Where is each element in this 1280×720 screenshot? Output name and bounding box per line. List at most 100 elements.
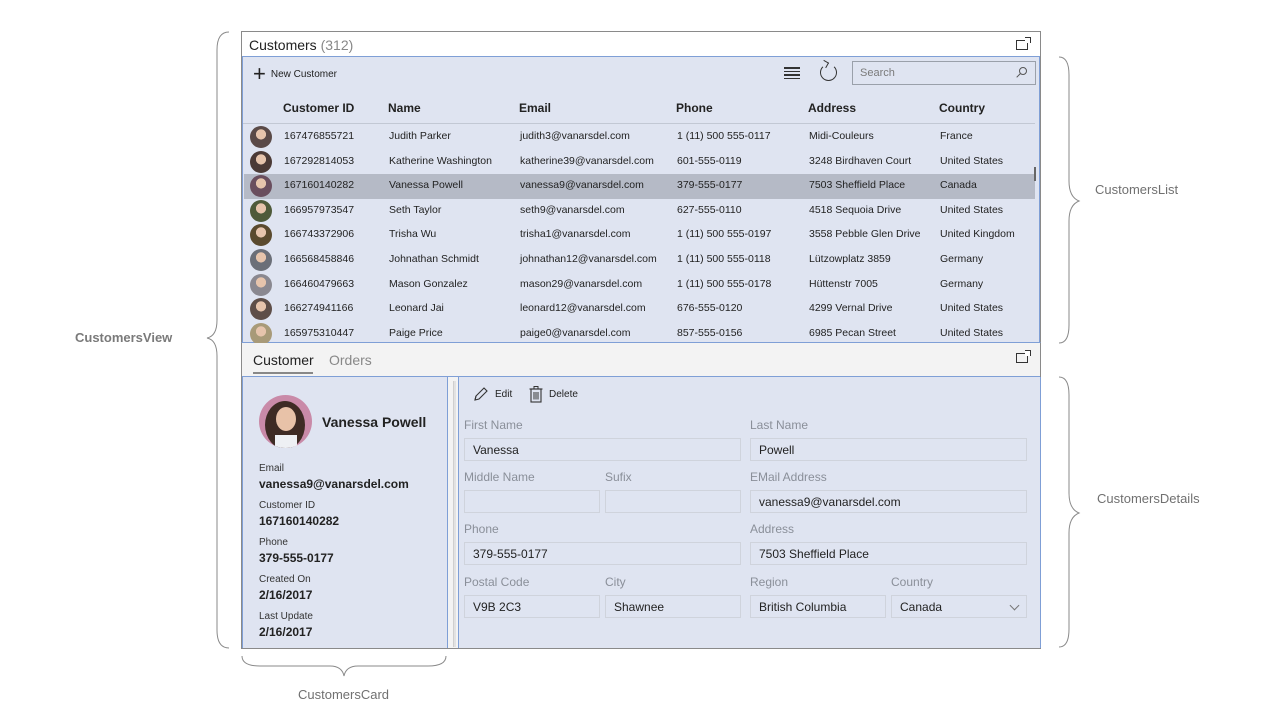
delete-button[interactable]: Delete: [529, 386, 578, 403]
customers-card-brace: [241, 655, 447, 677]
address-cell: Midi-Couleurs: [809, 130, 874, 142]
customer-id-cell: 166957973547: [284, 203, 355, 216]
new-customer-button[interactable]: + New Customer: [253, 61, 337, 86]
phone-cell: 857-555-0156: [677, 326, 743, 339]
card-email-value: vanessa9@vanarsdel.com: [259, 477, 409, 491]
search-input[interactable]: [853, 62, 1013, 84]
list-header: Customers (312): [242, 32, 1040, 57]
phone-cell: 1 (11) 500 555-0197: [677, 228, 772, 241]
column-header-name[interactable]: Name: [388, 101, 421, 115]
customer-name: Vanessa Powell: [322, 414, 427, 430]
avatar: [250, 199, 272, 222]
avatar: [250, 273, 272, 296]
card-last-update-value: 2/16/2017: [259, 625, 313, 639]
column-header-email[interactable]: Email: [519, 101, 551, 115]
column-header-address[interactable]: Address: [808, 101, 856, 115]
table-row[interactable]: 167476855721 Judith Parker judith3@vanarsd…: [244, 125, 1035, 150]
customer-id-cell: 166743372906: [284, 228, 355, 241]
chevron-down-icon: [1009, 600, 1020, 611]
phone-label: Phone: [464, 522, 499, 536]
edit-label: Edit: [495, 388, 513, 400]
new-customer-label: New Customer: [270, 68, 337, 80]
phone-field[interactable]: 379-555-0177: [464, 542, 741, 565]
popout-icon[interactable]: [1016, 37, 1031, 50]
customer-id-cell: 166568458846: [284, 253, 355, 265]
name-cell: Leonard Jai: [389, 302, 444, 315]
name-cell: Judith Parker: [389, 130, 451, 142]
refresh-icon[interactable]: [820, 64, 837, 81]
table-row[interactable]: 166568458846 Johnathan Schmidt johnathan12…: [244, 248, 1035, 273]
column-header-customer-id[interactable]: Customer ID: [283, 101, 354, 115]
middle-name-field[interactable]: [464, 490, 600, 513]
list-scrollbar[interactable]: [1034, 167, 1036, 181]
address-field[interactable]: 7503 Sheffield Place: [750, 542, 1027, 565]
customer-count: (312): [320, 37, 354, 53]
avatar: [250, 224, 272, 247]
avatar: [250, 126, 272, 148]
table-row[interactable]: 166957973547 Seth Taylor seth9@vanarsdel.c…: [244, 199, 1035, 224]
list-body: + New Customer Customer ID Name Email Ph…: [242, 57, 1040, 345]
customers-details-panel: Customer Orders Vanessa Powell Email van…: [241, 343, 1041, 649]
email-address-field[interactable]: vanessa9@vanarsdel.com: [750, 490, 1027, 513]
customer-avatar: [259, 395, 312, 448]
avatar: [250, 175, 272, 198]
email-cell: trisha1@vanarsdel.com: [520, 228, 631, 241]
first-name-field[interactable]: Vanessa: [464, 438, 741, 461]
search-icon[interactable]: [1019, 67, 1027, 75]
last-name-field[interactable]: Powell: [750, 438, 1027, 461]
email-address-label: EMail Address: [750, 470, 827, 484]
email-cell: leonard12@vanarsdel.com: [520, 302, 646, 315]
splitter[interactable]: [453, 381, 456, 647]
city-field[interactable]: Shawnee: [605, 595, 741, 618]
address-cell: 4299 Vernal Drive: [809, 302, 893, 315]
country-cell: United States: [940, 326, 1004, 339]
country-cell: United Kingdom: [940, 228, 1015, 241]
address-cell: 6985 Pecan Street: [809, 326, 896, 339]
table-row[interactable]: 167292814053 Katherine Washington katherin…: [244, 150, 1035, 175]
table-row[interactable]: 166743372906 Trisha Wu trisha1@vanarsdel.c…: [244, 223, 1035, 248]
country-cell: Canada: [940, 179, 977, 192]
search-box[interactable]: [852, 61, 1036, 85]
card-last-update-label: Last Update: [259, 611, 313, 622]
country-select[interactable]: Canada: [891, 595, 1027, 618]
active-tab-indicator: [253, 372, 313, 374]
email-cell: katherine39@vanarsdel.com: [520, 154, 654, 167]
plus-icon: +: [253, 61, 266, 86]
customers-card-label: CustomersCard: [298, 687, 390, 702]
list-title: Customers (312): [249, 37, 353, 53]
list-view-icon[interactable]: [784, 66, 800, 80]
email-cell: seth9@vanarsdel.com: [520, 203, 625, 216]
customer-id-cell: 167292814053: [284, 154, 355, 167]
table-row[interactable]: 166460479663 Mason Gonzalez mason29@vanars…: [244, 273, 1035, 298]
name-cell: Johnathan Schmidt: [389, 253, 479, 265]
address-cell: 3558 Pebble Glen Drive: [809, 228, 921, 241]
first-name-label: First Name: [464, 418, 523, 432]
list-title-text: Customers: [249, 37, 317, 53]
table-row[interactable]: 166274941166 Leonard Jai leonard12@vanarsd…: [244, 297, 1035, 322]
suffix-field[interactable]: [605, 490, 741, 513]
phone-cell: 1 (11) 500 555-0117: [677, 130, 771, 142]
postal-code-field[interactable]: V9B 2C3: [464, 595, 600, 618]
card-customer-id-label: Customer ID: [259, 500, 316, 511]
grid-header: Customer ID Name Email Phone Address Cou…: [243, 94, 1035, 124]
card-created-on-value: 2/16/2017: [259, 588, 313, 602]
customer-card: Vanessa Powell Email vanessa9@vanarsdel.…: [242, 377, 448, 648]
column-header-phone[interactable]: Phone: [676, 101, 713, 115]
name-cell: Paige Price: [389, 326, 443, 339]
edit-button[interactable]: Edit: [473, 386, 512, 402]
country-label: Country: [891, 575, 934, 589]
region-field[interactable]: British Columbia: [750, 595, 886, 618]
tab-customer[interactable]: Customer: [253, 352, 314, 368]
middle-name-label: Middle Name: [464, 470, 535, 484]
name-cell: Trisha Wu: [389, 228, 437, 241]
address-cell: Hüttenstr 7005: [809, 277, 878, 290]
table-row-selected[interactable]: 167160140282 Vanessa Powell vanessa9@vanar…: [244, 174, 1035, 199]
column-header-country[interactable]: Country: [939, 101, 985, 115]
postal-code-label: Postal Code: [464, 575, 530, 589]
details-popout-icon[interactable]: [1016, 350, 1031, 363]
customers-list-panel: Customers (312) + New Customer Customer …: [241, 31, 1041, 345]
avatar: [250, 322, 272, 345]
details-tabs: Customer Orders: [242, 343, 1040, 377]
address-cell: 7503 Sheffield Place: [809, 179, 906, 192]
tab-orders[interactable]: Orders: [329, 352, 372, 368]
